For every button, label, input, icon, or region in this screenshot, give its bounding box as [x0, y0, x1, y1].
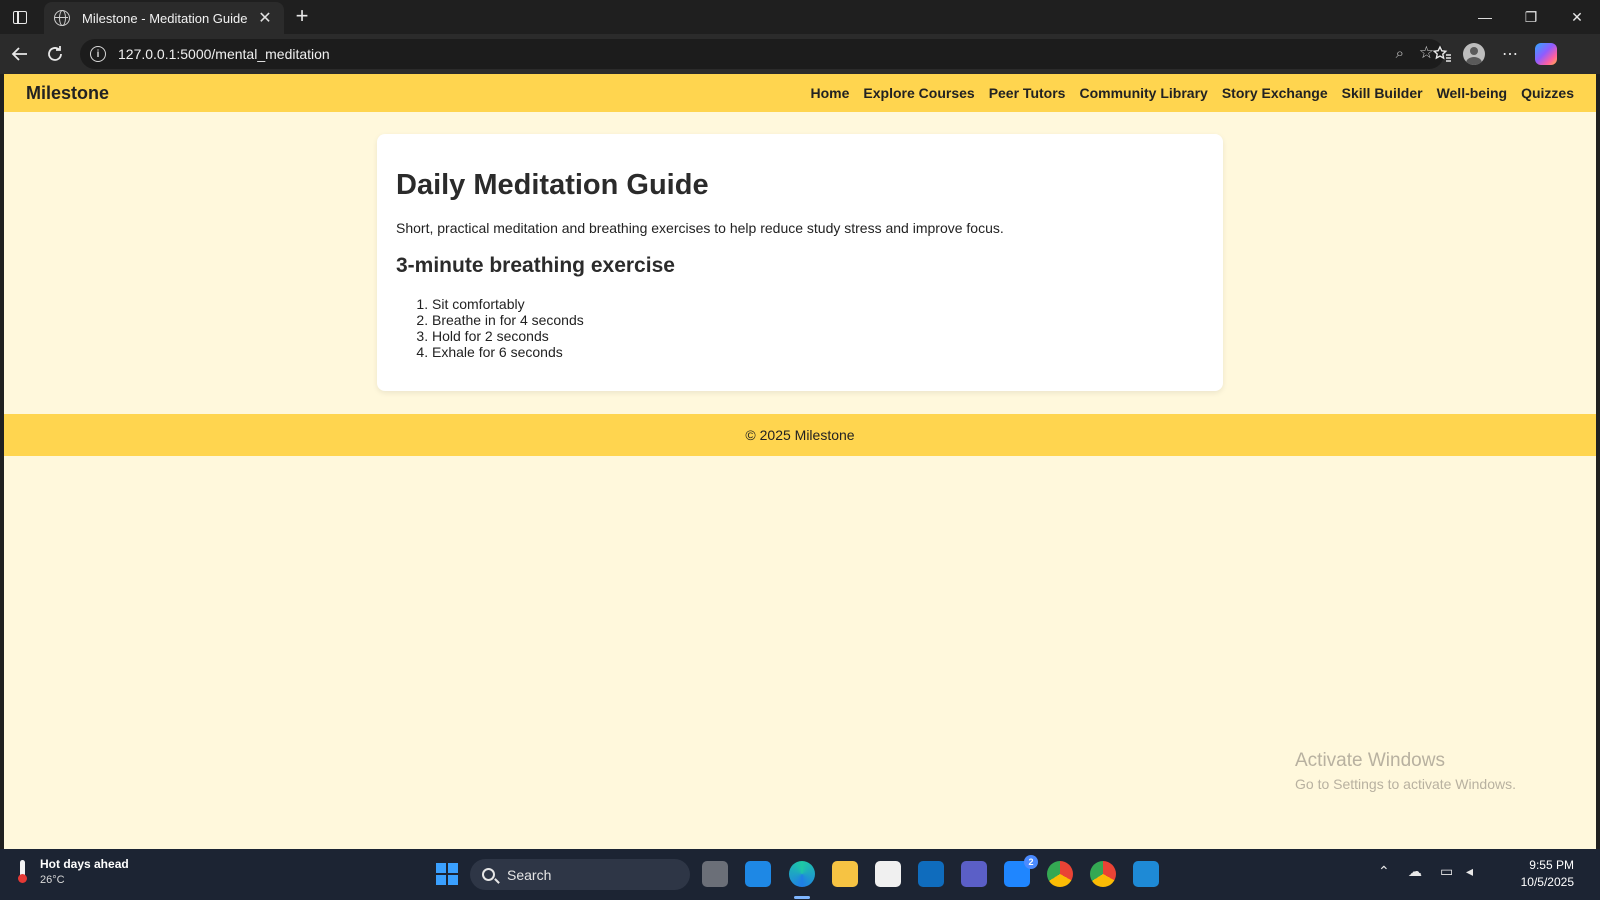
taskbar: Hot days ahead 26°C Search 2 ⌃ ☁ ▭ ◂ 9:5…	[0, 849, 1600, 900]
nav-explore-courses[interactable]: Explore Courses	[863, 85, 974, 101]
edge-browser-icon[interactable]	[789, 861, 815, 887]
weather-widget[interactable]: Hot days ahead 26°C	[18, 857, 129, 886]
steps-list: Sit comfortably Breathe in for 4 seconds…	[396, 296, 1204, 360]
network-icon[interactable]: ▭	[1440, 863, 1453, 880]
chrome-profile-icon[interactable]	[1090, 861, 1116, 887]
nav-home[interactable]: Home	[811, 85, 850, 101]
chrome-icon[interactable]	[1047, 861, 1073, 887]
restore-button[interactable]: ❐	[1508, 0, 1554, 34]
site-brand[interactable]: Milestone	[26, 83, 109, 104]
back-arrow-icon[interactable]	[8, 42, 32, 66]
file-explorer-icon[interactable]	[832, 861, 858, 887]
site-footer: © 2025 Milestone	[4, 414, 1596, 456]
weather-title: Hot days ahead	[40, 857, 129, 871]
vscode-icon[interactable]	[1133, 861, 1159, 887]
teams-icon[interactable]	[961, 861, 987, 887]
site-nav: Home Explore Courses Peer Tutors Communi…	[811, 85, 1574, 101]
globe-icon	[54, 10, 70, 26]
active-tab[interactable]: Milestone - Meditation Guide ✕	[44, 2, 284, 34]
browser-tab-bar: Milestone - Meditation Guide ✕ + — ❐ ✕	[0, 0, 1600, 34]
profile-icon	[1463, 43, 1485, 65]
close-tab-icon[interactable]: ✕	[256, 8, 274, 28]
meditation-card: Daily Meditation Guide Short, practical …	[377, 134, 1223, 391]
microsoft-store-icon[interactable]	[875, 861, 901, 887]
favorites-icon[interactable]	[1428, 40, 1456, 68]
browser-toolbar: ⋯	[1428, 40, 1564, 68]
weather-temp: 26°C	[40, 874, 65, 886]
list-item: Breathe in for 4 seconds	[432, 312, 1204, 328]
site-info-icon[interactable]: i	[90, 46, 106, 62]
list-item: Hold for 2 seconds	[432, 328, 1204, 344]
page-title: Daily Meditation Guide	[396, 169, 709, 201]
task-view-icon[interactable]	[702, 861, 728, 887]
url-bar[interactable]: i 127.0.0.1:5000/mental_meditation ⌕ ☆	[80, 39, 1444, 69]
thermometer-icon	[18, 859, 27, 884]
nav-well-being[interactable]: Well-being	[1437, 85, 1508, 101]
activate-windows-watermark: Activate Windows Go to Settings to activ…	[1295, 750, 1516, 792]
list-item: Sit comfortably	[432, 296, 1204, 312]
refresh-icon[interactable]	[43, 42, 67, 66]
search-label: Search	[507, 866, 552, 883]
watermark-subtitle: Go to Settings to activate Windows.	[1295, 776, 1516, 792]
nav-peer-tutors[interactable]: Peer Tutors	[989, 85, 1066, 101]
intro-text: Short, practical meditation and breathin…	[396, 220, 1004, 236]
system-clock[interactable]: 9:55 PM 10/5/2025	[1521, 857, 1574, 891]
close-window-button[interactable]: ✕	[1554, 0, 1600, 34]
minimize-button[interactable]: —	[1462, 0, 1508, 34]
search-icon	[482, 868, 495, 881]
more-options-icon[interactable]: ⋯	[1492, 40, 1528, 68]
profile-avatar[interactable]	[1456, 40, 1492, 68]
list-item: Exhale for 6 seconds	[432, 344, 1204, 360]
tab-title: Milestone - Meditation Guide	[82, 10, 248, 26]
section-title: 3-minute breathing exercise	[396, 254, 675, 277]
zoom-icon[interactable]: ⌕	[1396, 45, 1404, 62]
watermark-title: Activate Windows	[1295, 750, 1445, 771]
window-controls: — ❐ ✕	[1462, 0, 1600, 34]
show-hidden-icons-chevron-icon[interactable]: ⌃	[1378, 863, 1390, 880]
onedrive-cloud-icon[interactable]: ☁	[1408, 863, 1422, 880]
site-header: Milestone Home Explore Courses Peer Tuto…	[4, 74, 1596, 112]
notification-badge: 2	[1024, 855, 1038, 869]
clock-date: 10/5/2025	[1520, 875, 1574, 889]
outlook-icon[interactable]	[918, 861, 944, 887]
nav-community-library[interactable]: Community Library	[1079, 85, 1207, 101]
new-tab-button[interactable]: +	[291, 4, 313, 28]
active-app-indicator	[794, 896, 810, 899]
copilot-icon[interactable]	[1528, 40, 1564, 68]
page-viewport: Milestone Home Explore Courses Peer Tuto…	[4, 74, 1596, 849]
clock-time: 9:55 PM	[1529, 858, 1574, 872]
windows-start-icon[interactable]	[436, 863, 458, 885]
nav-quizzes[interactable]: Quizzes	[1521, 85, 1574, 101]
address-bar-row: i 127.0.0.1:5000/mental_meditation ⌕ ☆ ⋯	[0, 34, 1600, 74]
desktop-icon[interactable]	[745, 861, 771, 887]
nav-skill-builder[interactable]: Skill Builder	[1342, 85, 1423, 101]
volume-icon[interactable]: ◂	[1466, 863, 1473, 880]
url-text: 127.0.0.1:5000/mental_meditation	[118, 46, 330, 62]
tab-actions-icon[interactable]	[10, 7, 30, 27]
taskbar-search[interactable]: Search	[470, 859, 690, 890]
nav-story-exchange[interactable]: Story Exchange	[1222, 85, 1328, 101]
messaging-app-icon[interactable]: 2	[1004, 855, 1038, 887]
